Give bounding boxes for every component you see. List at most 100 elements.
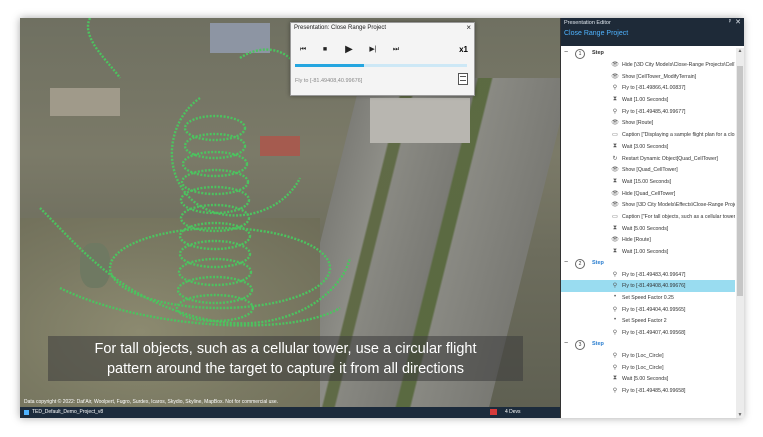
presentation-editor-panel: Presentation Editor ᵖ ✕ Close Range Proj… bbox=[560, 18, 744, 418]
step-action-item[interactable]: • Set Speed Factor 0.25 bbox=[561, 292, 735, 304]
eye-icon: 👁 bbox=[611, 73, 619, 80]
document-icon[interactable] bbox=[458, 73, 468, 85]
play-button[interactable]: ▶ bbox=[341, 43, 357, 57]
speed-button[interactable]: x1 bbox=[459, 45, 468, 54]
step-action-item[interactable]: ⚲ Fly to [-81.49407,40.99568] bbox=[561, 327, 735, 339]
previous-step-button[interactable]: ⏮ bbox=[295, 43, 311, 57]
step-number: 1 bbox=[575, 49, 585, 59]
pin-icon: ⚲ bbox=[612, 271, 618, 278]
eye-icon: 👁 bbox=[611, 202, 619, 209]
step-action-item[interactable]: ⚲ Fly to [Loc_Circle] bbox=[561, 350, 735, 362]
action-label: Wait [15.00 Seconds] bbox=[622, 178, 672, 185]
player-close-button[interactable]: × bbox=[466, 23, 471, 32]
hourglass-icon: ⧗ bbox=[612, 142, 618, 149]
step-action-item[interactable]: ⚲ Fly to [-81.49408,40.99676] bbox=[561, 280, 735, 293]
step-action-item[interactable]: ⚲ Fly to [-81.49485,40.99658] bbox=[561, 385, 735, 397]
step-action-item[interactable]: 👁 Show [Route] bbox=[561, 117, 735, 129]
step-action-item[interactable]: ⚲ Fly to [-81.49866,41.00837] bbox=[561, 82, 735, 94]
step-group[interactable]: −1 Step bbox=[561, 48, 735, 59]
step-action-item[interactable]: ⧗ Wait [5.00 Seconds] bbox=[561, 373, 735, 385]
panel-scrollbar[interactable]: ▲ ▼ bbox=[736, 48, 744, 418]
action-label: Hide [\3D City Models\Close-Range Projec… bbox=[622, 62, 735, 68]
action-label: Fly to [-81.49866,41.00837] bbox=[622, 85, 686, 92]
pin-icon: ⚲ bbox=[612, 387, 618, 394]
hourglass-icon: ⧗ bbox=[612, 248, 618, 254]
scroll-down-icon[interactable]: ▼ bbox=[736, 412, 744, 418]
action-label: Fly to [-81.49404,40.99565] bbox=[622, 306, 686, 313]
step-action-item[interactable]: ⧗ Wait [5.00 Seconds] bbox=[561, 223, 735, 235]
current-step-status: Fly to [-81.49408,40.99676] bbox=[295, 78, 363, 84]
action-label: Fly to [-81.49407,40.99568] bbox=[622, 330, 686, 337]
step-action-item[interactable]: 👁 Show [Quad_CellTower] bbox=[561, 164, 735, 176]
collapse-icon[interactable]: − bbox=[564, 340, 570, 347]
action-label: Show [CellTower_ModifyTerrain] bbox=[622, 73, 697, 80]
application-window: For tall objects, such as a cellular tow… bbox=[20, 18, 744, 418]
step-action-item[interactable]: ⚲ Fly to [Loc_Circle] bbox=[561, 362, 735, 374]
action-label: Show [Route] bbox=[622, 120, 654, 127]
step-action-item[interactable]: ⧗ Wait [15.00 Seconds] bbox=[561, 176, 735, 188]
pin-icon: ⚲ bbox=[612, 283, 618, 290]
scrollbar-thumb[interactable] bbox=[737, 66, 743, 296]
step-number: 2 bbox=[575, 258, 585, 269]
caption-line-1: For tall objects, such as a cellular tow… bbox=[94, 341, 477, 357]
step-action-item[interactable]: ↻ Restart Dynamic Object[Quad_CellTower] bbox=[561, 153, 735, 165]
hourglass-icon: ⧗ bbox=[612, 96, 618, 103]
action-label: Restart Dynamic Object[Quad_CellTower] bbox=[622, 155, 719, 162]
eye-icon: 👁 bbox=[611, 167, 619, 174]
step-action-item[interactable]: ⧗ Wait [3.00 Seconds] bbox=[561, 141, 735, 153]
presentation-caption: For tall objects, such as a cellular tow… bbox=[48, 336, 523, 381]
step-action-item[interactable]: ▭ Caption ["Displaying a sample flight pl… bbox=[561, 129, 735, 141]
pin-icon: ⚲ bbox=[612, 364, 618, 371]
step-action-item[interactable]: 👁 Show [CellTower_ModifyTerrain] bbox=[561, 71, 735, 83]
error-icon[interactable] bbox=[490, 409, 497, 415]
3d-viewport[interactable]: For tall objects, such as a cellular tow… bbox=[20, 18, 560, 407]
caption-icon: ▭ bbox=[612, 132, 618, 139]
progress-fill bbox=[295, 64, 364, 67]
collapse-icon[interactable]: − bbox=[564, 259, 570, 266]
project-name: TED_Default_Demo_Project_v8 bbox=[32, 409, 104, 415]
action-label: Show [\3D City Models\Effects\Close-Rang… bbox=[622, 202, 735, 209]
action-label: Fly to [-81.49485,40.99658] bbox=[622, 387, 686, 394]
panel-close-button[interactable]: ✕ bbox=[735, 18, 741, 26]
collapse-icon[interactable]: − bbox=[564, 49, 570, 56]
pin-icon: ⚲ bbox=[612, 306, 618, 313]
step-action-item[interactable]: ▭ Caption ["For tall objects, such as a c… bbox=[561, 211, 735, 223]
stop-button[interactable]: ■ bbox=[317, 43, 333, 57]
hourglass-icon: ⧗ bbox=[612, 224, 618, 231]
pin-icon[interactable]: ᵖ bbox=[729, 19, 731, 25]
step-action-item[interactable]: ⚲ Fly to [-81.49483,40.99647] bbox=[561, 269, 735, 281]
project-icon bbox=[24, 410, 29, 415]
step-action-item[interactable]: • Set Speed Factor 2 bbox=[561, 315, 735, 327]
scroll-up-icon[interactable]: ▲ bbox=[736, 48, 744, 54]
step-action-item[interactable]: ⚲ Fly to [-81.49404,40.99565] bbox=[561, 304, 735, 316]
step-action-item[interactable]: ⚲ Fly to [-81.49485,40.99677] bbox=[561, 106, 735, 118]
caption-line-2: pattern around the target to capture it … bbox=[106, 361, 465, 377]
step-action-item[interactable]: 👁 Hide [Quad_CellTower] bbox=[561, 188, 735, 200]
action-label: Fly to [Loc_Circle] bbox=[622, 364, 664, 371]
action-label: Show [Quad_CellTower] bbox=[622, 167, 678, 174]
dot-icon: • bbox=[613, 317, 617, 324]
eye-icon: 👁 bbox=[611, 190, 619, 197]
step-action-item[interactable]: ⧗ Wait [1.00 Seconds] bbox=[561, 246, 735, 258]
step-group[interactable]: −2 Step bbox=[561, 258, 735, 269]
action-label: Wait [1.00 Seconds] bbox=[622, 97, 669, 104]
step-action-item[interactable]: 👁 Hide [\3D City Models\Close-Range Proje… bbox=[561, 59, 735, 71]
step-group[interactable]: −3 Step bbox=[561, 339, 735, 350]
pin-icon: ⚲ bbox=[612, 330, 618, 337]
action-label: Caption ["For tall objects, such as a ce… bbox=[622, 213, 735, 220]
next-step-button[interactable]: ⏭ bbox=[388, 43, 404, 57]
step-label: Step bbox=[592, 259, 604, 266]
presentation-progress-bar[interactable] bbox=[295, 64, 467, 67]
pin-icon: ⚲ bbox=[612, 108, 618, 115]
action-label: Fly to [Loc_Circle] bbox=[622, 352, 664, 359]
panel-title: Presentation Editor bbox=[564, 20, 611, 26]
step-action-item[interactable]: 👁 Show [\3D City Models\Effects\Close-Ran… bbox=[561, 199, 735, 211]
hourglass-icon: ⧗ bbox=[612, 375, 618, 382]
step-tree[interactable]: −1 Step 👁 Hide [\3D City Models\Close-Range… bbox=[561, 48, 735, 418]
step-forward-button[interactable]: ▶| bbox=[365, 43, 381, 57]
step-action-item[interactable]: ⧗ Wait [1.00 Seconds] bbox=[561, 94, 735, 106]
step-action-item[interactable]: 👁 Hide [Route] bbox=[561, 234, 735, 246]
step-number: 3 bbox=[575, 339, 585, 350]
caption-icon: ▭ bbox=[612, 213, 618, 220]
copyright-text: Data copyright © 2022: Dat'Air, Woolpert… bbox=[24, 399, 279, 405]
